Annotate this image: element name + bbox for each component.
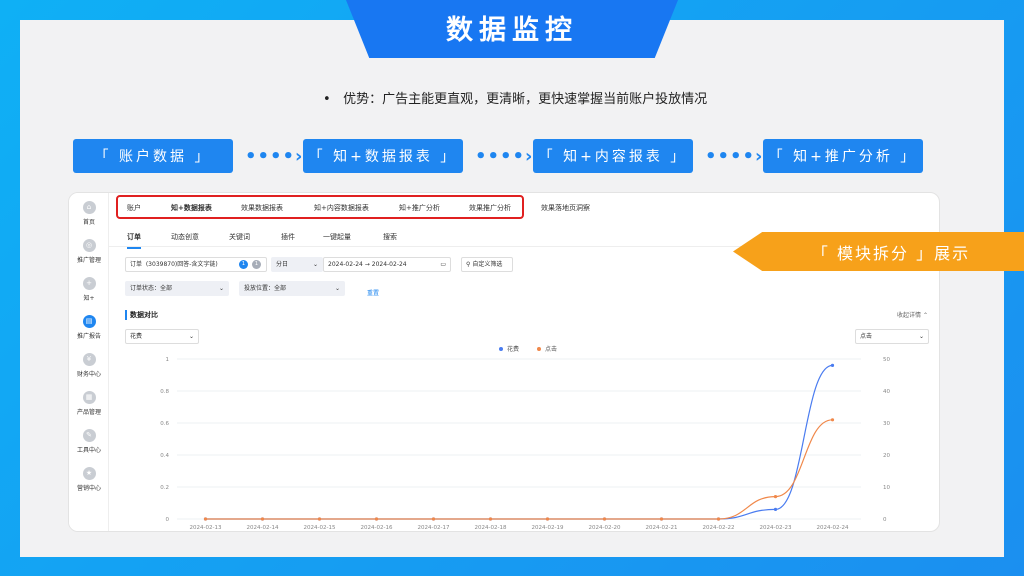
- data-point: [317, 517, 322, 521]
- series-line-spend: [205, 364, 833, 520]
- series-line-clicks: [205, 419, 833, 520]
- x-tick: 2024-02-19: [532, 525, 564, 531]
- data-point: [260, 517, 265, 521]
- bullet-dot: •: [323, 92, 331, 107]
- x-tick: 2024-02-15: [304, 525, 336, 531]
- y-tick-right: 20: [883, 453, 890, 459]
- y-tick-right: 30: [883, 421, 890, 427]
- y-tick-left: 0.8: [160, 389, 169, 395]
- data-point: [830, 363, 835, 367]
- x-tick: 2024-02-23: [760, 525, 792, 531]
- data-point: [659, 517, 664, 521]
- x-tick: 2024-02-24: [817, 525, 849, 531]
- y-tick-right: 40: [883, 389, 890, 395]
- y-tick-right: 10: [883, 485, 890, 491]
- data-point: [773, 495, 778, 499]
- flow-arrow-icon: ••••›: [475, 146, 534, 167]
- data-point: [830, 418, 835, 422]
- legend-marker: [537, 347, 541, 351]
- y-tick-right: 50: [883, 357, 890, 363]
- data-point: [545, 517, 550, 521]
- x-tick: 2024-02-14: [247, 525, 279, 531]
- data-point: [488, 517, 493, 521]
- highlight-box: [116, 195, 524, 219]
- x-tick: 2024-02-20: [589, 525, 621, 531]
- advantage-text: 优势：广告主能更直观，更清晰，更快速掌握当前账户投放情况: [343, 92, 708, 107]
- x-tick: 2024-02-21: [646, 525, 678, 531]
- y-tick-left: 0.4: [160, 453, 169, 459]
- advantage-bullet: • 优势：广告主能更直观，更清晰，更快速掌握当前账户投放情况: [323, 88, 707, 107]
- y-tick-left: 0.6: [160, 421, 169, 427]
- flow-step-account-data: 「 账户数据 」: [73, 139, 233, 173]
- y-tick-left: 1: [166, 357, 170, 363]
- data-point: [716, 517, 721, 521]
- flow-arrow-icon: ••••›: [245, 146, 304, 167]
- flow-step-zhi-content-report: 「 知+内容报表 」: [533, 139, 693, 173]
- y-tick-left: 0.2: [160, 485, 169, 491]
- data-point: [602, 517, 607, 521]
- y-tick-right: 0: [883, 517, 887, 523]
- x-tick: 2024-02-22: [703, 525, 735, 531]
- x-tick: 2024-02-17: [418, 525, 450, 531]
- x-tick: 2024-02-18: [475, 525, 507, 531]
- data-point: [203, 517, 208, 521]
- y-tick-left: 0: [166, 517, 170, 523]
- data-point: [431, 517, 436, 521]
- legend-label: 花费: [507, 345, 519, 353]
- flow-arrow-icon: ••••›: [705, 146, 764, 167]
- x-tick: 2024-02-13: [190, 525, 222, 531]
- legend-label: 点击: [545, 345, 557, 353]
- data-point: [773, 507, 778, 511]
- legend-marker: [499, 347, 503, 351]
- slide-title: 数据监控: [446, 15, 578, 46]
- x-tick: 2024-02-16: [361, 525, 393, 531]
- data-point: [374, 517, 379, 521]
- flow-step-zhi-data-report: 「 知+数据报表 」: [303, 139, 463, 173]
- flow-step-zhi-promo-analysis: 「 知+推广分析 」: [763, 139, 923, 173]
- module-split-callout: 「 模块拆分 」展示: [733, 232, 1024, 271]
